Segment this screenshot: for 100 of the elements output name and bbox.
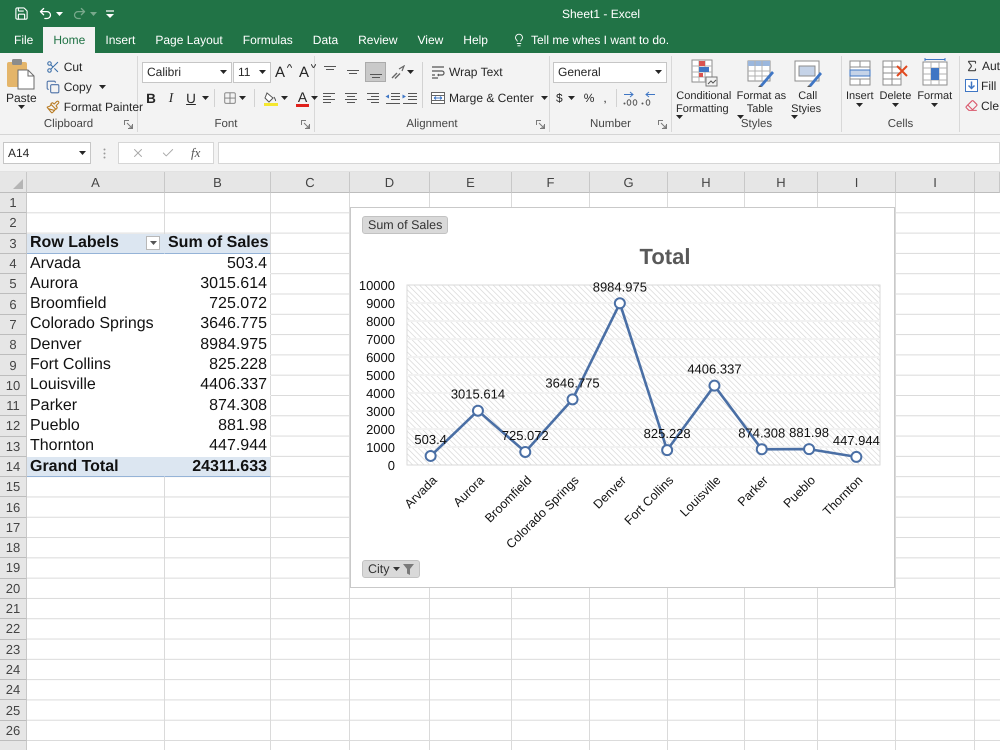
row-header[interactable]: 22 [0,619,27,640]
merge-center-button[interactable]: Marge & Center [428,88,552,108]
caret-icon [239,96,246,100]
data-point [424,450,437,462]
vertical-align-button[interactable] [365,62,386,82]
row-header[interactable]: 11 [0,396,27,416]
row-header[interactable]: 2 [0,213,27,234]
column-header[interactable]: C [271,172,350,193]
font-name-dropdown[interactable]: Calibri [142,62,232,82]
caret-icon [18,104,25,108]
dialog-launcher-icon[interactable] [124,120,133,128]
row-header[interactable]: 26 [0,720,27,742]
row-header[interactable]: 19 [0,558,27,579]
dialog-launcher-icon[interactable] [658,120,667,128]
format-as-table-button[interactable]: Format as Table [734,56,788,119]
column-header[interactable]: G [590,172,668,193]
row-header[interactable]: 17 [0,518,27,538]
format-cells-button[interactable]: Format [915,56,954,106]
row-label: Colorado Springs [27,314,165,336]
column-header[interactable]: B [165,172,271,193]
row-header[interactable]: 5 [0,274,27,294]
row-header[interactable]: 23 [0,640,27,660]
data-point [566,393,579,406]
grow-font-button[interactable]: A [272,62,296,82]
ribbon-tab[interactable]: Help [453,27,498,53]
align-right-icon [367,93,379,103]
redo-icon [72,6,87,21]
ribbon-tab[interactable]: File [4,27,44,53]
row-header[interactable]: 25 [0,700,27,721]
underline-button[interactable]: U [182,88,200,108]
column-header[interactable]: H [668,172,745,193]
font-size-dropdown[interactable]: 11 [233,62,271,82]
row-header[interactable]: 13 [0,436,27,457]
row-header[interactable]: 8 [0,335,27,356]
wrap-text-button[interactable]: Wrap Text [428,62,506,82]
column-header[interactable]: I [896,172,975,193]
name-box[interactable]: A14 [3,142,91,164]
ribbon-tab[interactable]: View [408,27,454,53]
row-label: Pueblo [27,416,165,437]
row-header[interactable]: 24 [0,660,27,680]
row-label: Fort Collins [27,355,165,376]
row-header[interactable]: 21 [0,598,27,620]
row-header[interactable]: 16 [0,497,27,518]
row-header[interactable]: 14 [0,456,27,478]
caret-icon [791,115,798,119]
format-cells-icon [920,58,950,88]
increase-indent-icon[interactable] [402,92,417,104]
ribbon-tab[interactable]: Home [43,27,96,53]
row-label: Arvada [27,254,165,274]
row-header[interactable]: 7 [0,314,27,336]
value-field-button[interactable]: Sum of Sales [362,216,448,234]
column-header[interactable]: D [350,172,430,193]
ribbon-tab[interactable]: Insert [95,27,146,53]
row-header[interactable]: 3 [0,234,27,254]
currency-button[interactable]: $ [553,88,578,108]
insert-cells-button[interactable]: Insert [844,56,876,106]
clear-button[interactable]: Cle [964,96,1000,115]
italic-button[interactable]: I [162,88,180,108]
ribbon-tab[interactable]: Review [348,27,408,53]
row-header[interactable]: 12 [0,416,27,437]
number-format-dropdown[interactable]: General [553,62,667,82]
column-header[interactable]: E [430,172,512,193]
column-header[interactable]: A [27,172,165,193]
decrease-decimal-icon[interactable] [640,90,656,106]
increase-decimal-icon[interactable] [622,90,638,106]
search-field[interactable]: Tell me whes I want to do. [530,27,696,53]
paste-button[interactable]: Paste [4,56,39,108]
filter-dropdown-button[interactable] [146,236,160,250]
column-header[interactable]: I [818,172,896,193]
insert-function-button[interactable]: fx [191,145,200,161]
axis-field-button[interactable]: City [362,560,420,578]
cell-styles-button[interactable]: Call Styies [789,56,826,119]
ribbon-tab[interactable]: Formulas [232,27,303,53]
column-header[interactable]: H [745,172,818,193]
delete-cells-button[interactable]: Delete [878,56,914,106]
row-header[interactable]: 10 [0,376,27,396]
percent-button[interactable]: % [580,88,598,108]
data-label: 881.98 [789,425,829,440]
comma-style-button[interactable]: , [600,88,610,108]
column-header[interactable]: F [512,172,590,193]
row-header[interactable]: 6 [0,294,27,315]
row-header[interactable]: 24 [0,680,27,700]
decrease-indent-icon[interactable] [385,92,400,104]
row-header[interactable]: 18 [0,538,27,558]
ribbon-tab[interactable]: Data [302,27,348,53]
row-header[interactable]: 15 [0,477,27,498]
column-heading: Row Labels [30,233,119,254]
autosum-button[interactable]: Aut [964,56,1000,75]
dialog-launcher-icon[interactable] [301,120,310,128]
row-header[interactable]: 20 [0,578,27,599]
formula-field[interactable] [218,142,1000,164]
shrink-font-button[interactable]: A [296,62,320,82]
dialog-launcher-icon[interactable] [536,120,545,128]
row-header[interactable]: 1 [0,193,27,214]
row-header[interactable]: 4 [0,254,27,274]
row-header[interactable]: 9 [0,355,27,376]
font-color-button[interactable]: A [293,88,321,108]
conditional-formatting-button[interactable]: Conditional Formatting [674,56,734,119]
ribbon-tab[interactable]: Page Layout [145,27,233,53]
fill-button[interactable]: Fill [964,76,1000,95]
